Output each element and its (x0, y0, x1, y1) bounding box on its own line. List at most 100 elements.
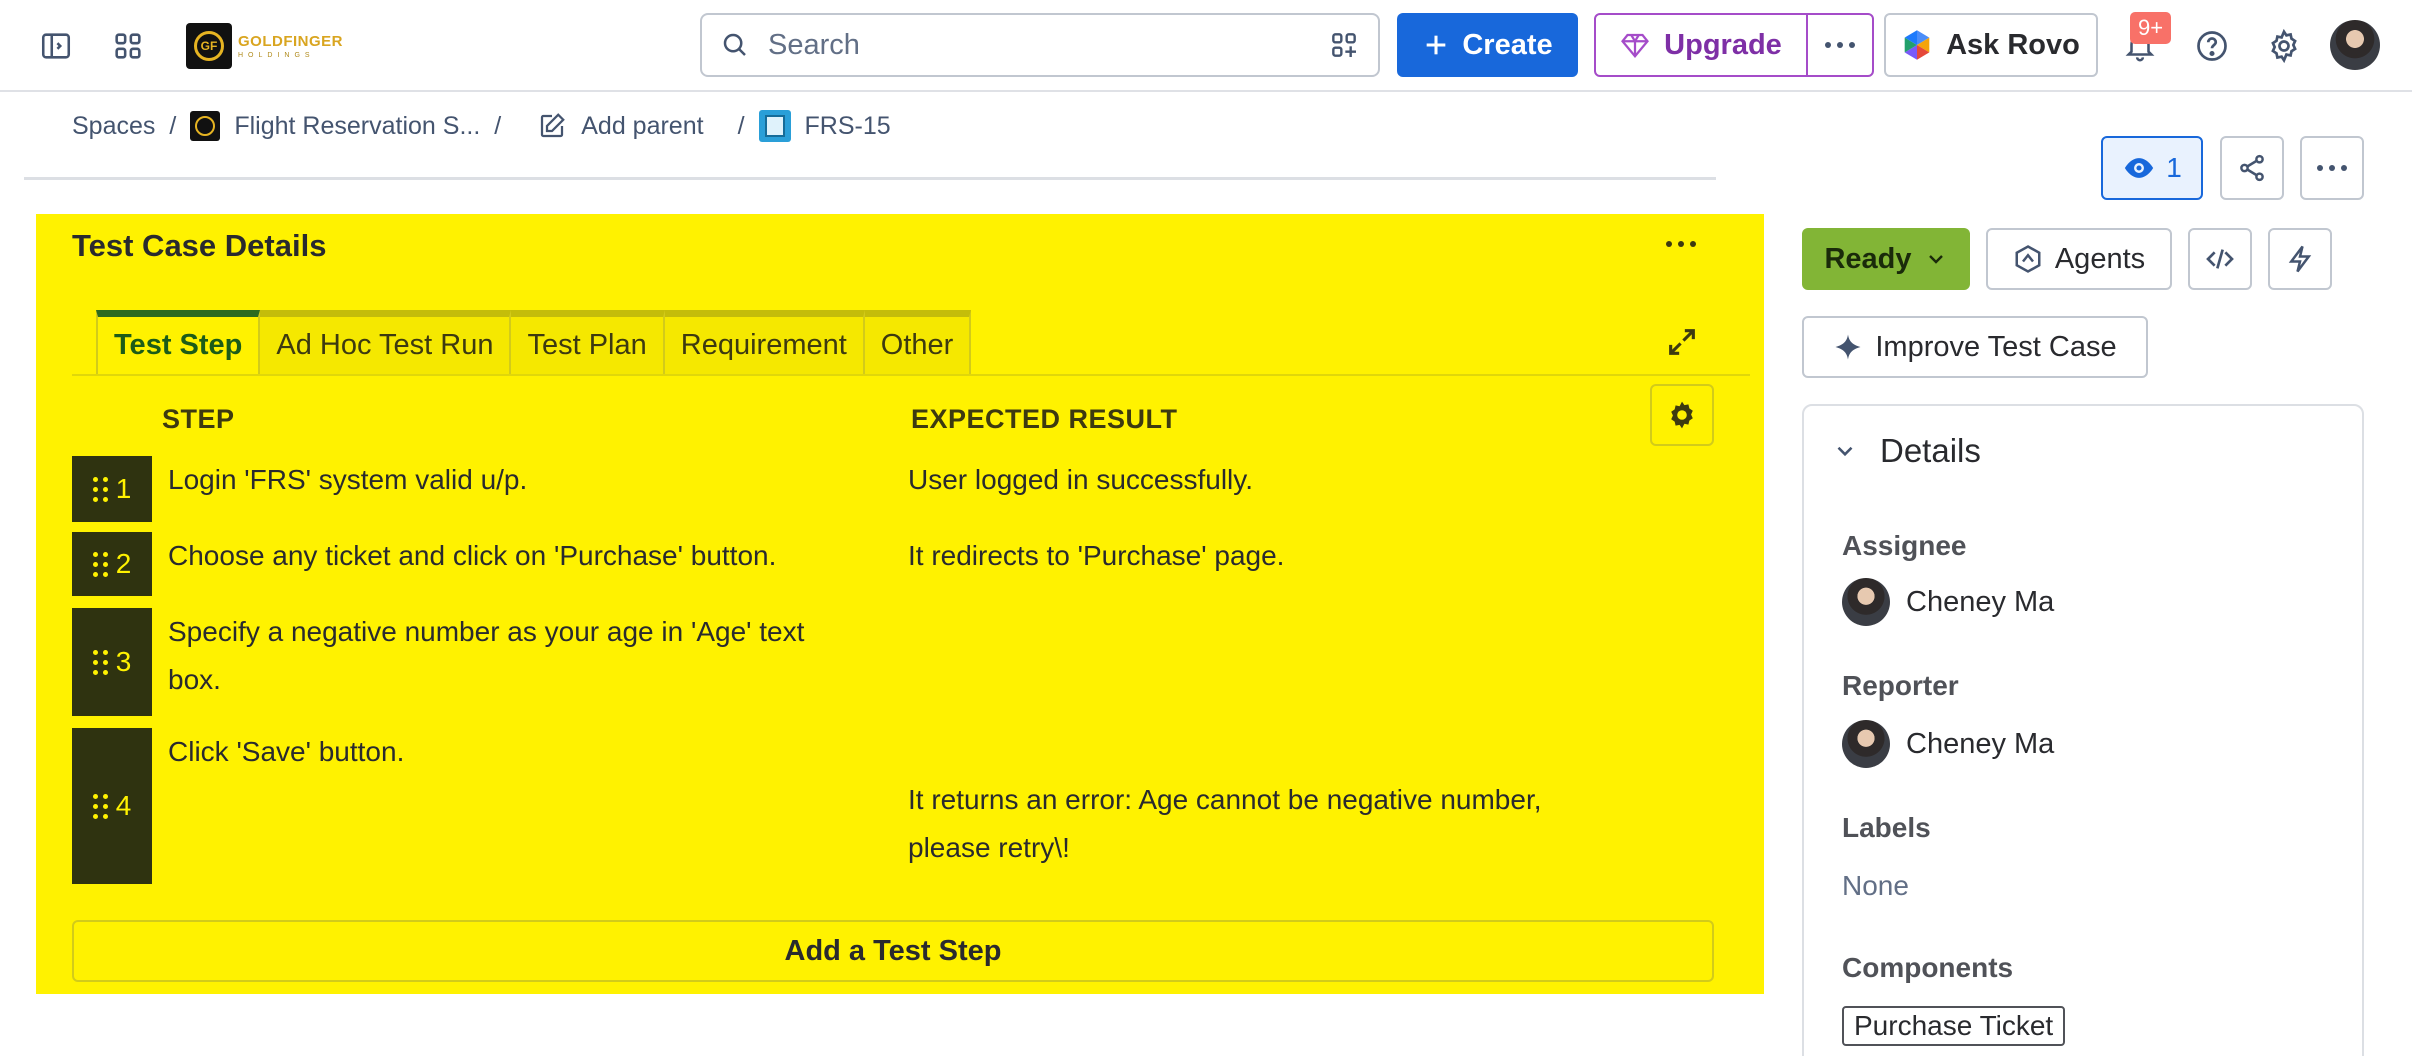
reporter-avatar (1842, 720, 1890, 768)
expected-result-text[interactable]: It redirects to 'Purchase' page. (908, 532, 1608, 580)
help-icon[interactable] (2188, 22, 2236, 70)
step-drag-handle[interactable]: 1 (72, 456, 152, 522)
sparkle-icon (1835, 334, 1861, 360)
components-label: Components (1842, 952, 2014, 983)
details-card: Details Assignee Cheney Ma Reporter Chen… (1802, 404, 2364, 1056)
panel-tabs: Test Step Ad Hoc Test Run Test Plan Requ… (96, 310, 972, 374)
logo-mark: GF (186, 23, 232, 69)
lightning-icon (2288, 245, 2312, 273)
assignee-name: Cheney Ma (1906, 585, 2055, 618)
search-input[interactable] (768, 28, 1310, 62)
more-icon (1666, 241, 1696, 247)
ask-rovo-button[interactable]: Ask Rovo (1884, 13, 2098, 77)
step-drag-handle[interactable]: 2 (72, 532, 152, 596)
tab-requirement[interactable]: Requirement (664, 310, 865, 374)
test-step-row[interactable]: 2 Choose any ticket and click on 'Purcha… (72, 532, 1712, 596)
reporter-name: Cheney Ma (1906, 727, 2055, 760)
watch-count: 1 (2166, 152, 2182, 183)
step-number: 2 (115, 548, 132, 579)
app-switcher-icon[interactable] (104, 22, 152, 70)
step-number: 1 (115, 473, 132, 504)
header-divider (24, 177, 1716, 180)
breadcrumb-project[interactable]: Flight Reservation S... (190, 111, 480, 141)
status-label: Ready (1824, 242, 1912, 275)
watch-button[interactable]: 1 (2101, 136, 2203, 200)
gem-icon (1621, 33, 1650, 59)
step-number: 4 (115, 790, 132, 821)
create-button[interactable]: Create (1397, 13, 1578, 77)
upgrade-label: Upgrade (1664, 28, 1782, 61)
step-text[interactable]: Choose any ticket and click on 'Purchase… (168, 532, 848, 580)
step-drag-handle[interactable]: 3 (72, 608, 152, 716)
share-icon (2240, 154, 2264, 182)
share-button[interactable] (2220, 136, 2284, 200)
chevron-down-icon (1928, 255, 1943, 264)
notifications-badge: 9+ (2130, 12, 2172, 44)
improve-label: Improve Test Case (1875, 330, 2117, 363)
search-filters-icon[interactable] (1328, 29, 1360, 61)
step-drag-handle[interactable]: 4 (72, 728, 152, 884)
step-text[interactable]: Click 'Save' button. (168, 728, 848, 776)
agents-hexagon-icon (2015, 245, 2041, 273)
more-icon (1825, 42, 1855, 48)
tab-test-step[interactable]: Test Step (96, 310, 261, 374)
test-step-row[interactable]: 4 Click 'Save' button. It returns an err… (72, 728, 1712, 884)
sidebar-toggle-icon[interactable] (32, 22, 80, 70)
rovo-icon (1904, 30, 1930, 60)
drag-grip-icon (92, 793, 108, 819)
breadcrumb-spaces[interactable]: Spaces (72, 112, 155, 141)
test-step-row[interactable]: 1 Login 'FRS' system valid u/p. User log… (72, 456, 1712, 522)
edit-pencil-icon (541, 113, 566, 138)
plus-icon (1427, 35, 1446, 55)
drag-grip-icon (92, 649, 108, 675)
gear-icon (1671, 401, 1693, 429)
code-button[interactable] (2188, 228, 2252, 290)
details-title: Details (1880, 432, 1981, 469)
step-text[interactable]: Login 'FRS' system valid u/p. (168, 456, 848, 504)
tab-test-plan[interactable]: Test Plan (511, 310, 665, 374)
more-icon (2317, 165, 2347, 171)
settings-gear-icon[interactable] (2260, 22, 2308, 70)
upgrade-button-group: Upgrade (1594, 13, 1874, 77)
code-icon (2206, 249, 2234, 269)
expand-icon[interactable] (1660, 320, 1704, 364)
upgrade-button[interactable]: Upgrade (1596, 15, 1808, 75)
status-dropdown[interactable]: Ready (1802, 228, 1970, 290)
search-bar[interactable] (700, 13, 1380, 77)
expected-result-text[interactable]: It returns an error: Age cannot be negat… (908, 776, 1608, 872)
add-test-step-button[interactable]: Add a Test Step (72, 920, 1714, 982)
reporter-label: Reporter (1842, 670, 1959, 701)
column-settings-button[interactable] (1650, 384, 1714, 446)
test-step-row[interactable]: 3 Specify a negative number as your age … (72, 608, 1712, 716)
logo-text: GOLDFINGER (238, 32, 343, 50)
assignee-field[interactable]: Cheney Ma (1842, 578, 2054, 626)
add-parent-label: Add parent (581, 111, 704, 140)
user-avatar[interactable] (2330, 20, 2380, 70)
ask-rovo-label: Ask Rovo (1946, 28, 2080, 61)
improve-test-case-button[interactable]: Improve Test Case (1802, 316, 2148, 378)
tab-ad-hoc-test-run[interactable]: Ad Hoc Test Run (260, 310, 512, 374)
assignee-label: Assignee (1842, 530, 1967, 561)
project-avatar-icon (190, 111, 221, 141)
agents-button[interactable]: Agents (1986, 228, 2172, 290)
expected-result-text[interactable]: User logged in successfully. (908, 456, 1608, 504)
eye-icon (2125, 158, 2154, 178)
breadcrumb-issue[interactable]: FRS-15 (758, 110, 891, 142)
details-toggle[interactable]: Details (1832, 432, 1981, 470)
reporter-field[interactable]: Cheney Ma (1842, 720, 2054, 768)
labels-label: Labels (1842, 812, 1931, 843)
search-icon (723, 33, 746, 56)
tab-other[interactable]: Other (864, 310, 972, 374)
component-chip[interactable]: Purchase Ticket (1842, 1006, 2066, 1046)
issue-key: FRS-15 (804, 111, 891, 140)
test-case-details-panel: Test Case Details Test Step Ad Hoc Test … (36, 214, 1764, 994)
company-logo[interactable]: GF GOLDFINGER HOLDINGS (186, 22, 343, 70)
automation-button[interactable] (2268, 228, 2332, 290)
more-actions-button[interactable] (2300, 136, 2364, 200)
labels-value[interactable]: None (1842, 870, 1909, 902)
upgrade-more-button[interactable] (1808, 15, 1872, 75)
create-label: Create (1462, 28, 1553, 61)
step-text[interactable]: Specify a negative number as your age in… (168, 608, 848, 704)
add-parent-link[interactable]: Add parent (537, 111, 704, 141)
panel-more-button[interactable] (1656, 224, 1706, 264)
